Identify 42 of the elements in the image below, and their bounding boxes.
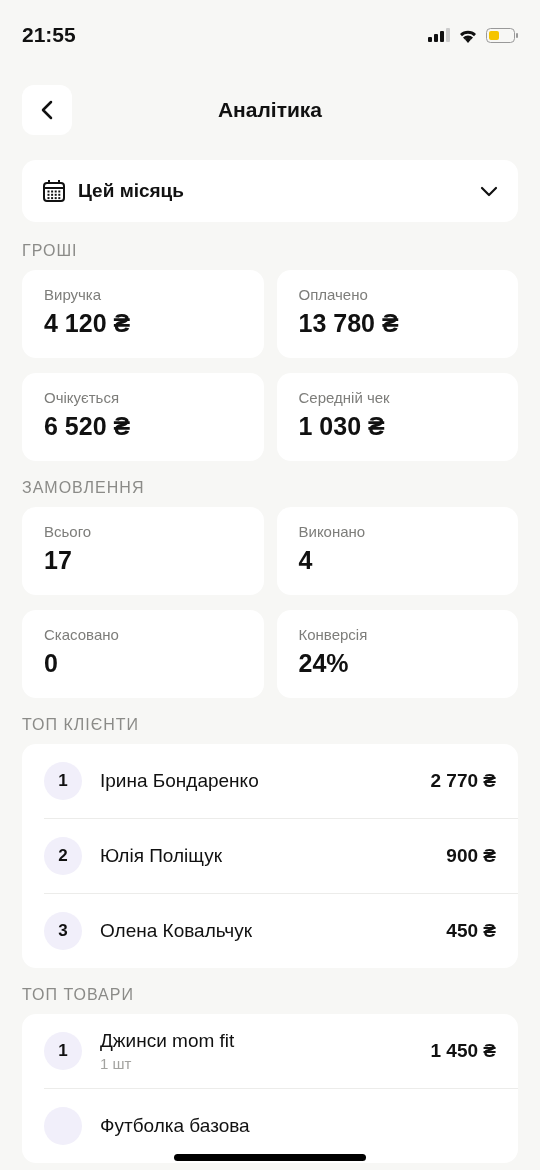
stat-value: 4	[298, 546, 314, 575]
stat-value: 24%	[298, 649, 350, 678]
item-name: Ірина Бондаренко	[100, 770, 260, 792]
stat-label: Всього	[44, 523, 93, 540]
item-name: Джинси mom fit	[100, 1030, 236, 1052]
rank-badge: 1	[44, 762, 82, 800]
chevron-down-icon	[480, 185, 498, 197]
item-name: Юлія Поліщук	[100, 845, 223, 867]
rank-badge: 2	[44, 837, 82, 875]
signal-icon	[428, 28, 450, 42]
stat-value: 6 520 ₴	[44, 412, 132, 441]
back-button[interactable]	[22, 85, 72, 135]
page-title: Аналітика	[217, 98, 323, 122]
rank-badge: 3	[44, 912, 82, 950]
stat-label: Оплачено	[298, 286, 369, 303]
section-title: ТОП ТОВАРИ	[22, 985, 135, 1005]
item-quantity: 1 шт	[100, 1055, 133, 1072]
stat-label: Виконано	[298, 523, 367, 540]
item-amount: 1 450 ₴	[430, 1040, 496, 1062]
calendar-icon	[42, 179, 66, 203]
stat-label: Середній чек	[298, 389, 391, 406]
battery-icon	[486, 27, 518, 43]
stat-label: Конверсія	[298, 626, 369, 643]
item-amount: 450 ₴	[446, 920, 496, 942]
item-name: Футболка базова	[100, 1115, 251, 1137]
stat-value: 17	[44, 546, 73, 575]
section-title: ГРОШІ	[22, 241, 79, 261]
item-name: Олена Ковальчук	[100, 920, 254, 942]
rank-badge: 1	[44, 1032, 82, 1070]
stat-label: Очікується	[44, 389, 120, 406]
status-time: 21:55	[22, 23, 76, 47]
item-amount: 900 ₴	[446, 845, 496, 867]
stat-value: 1 030 ₴	[298, 412, 386, 441]
stat-label: Виручка	[44, 286, 103, 303]
section-title: ТОП КЛІЄНТИ	[22, 715, 141, 735]
stat-value: 4 120 ₴	[44, 309, 132, 338]
stat-value: 13 780 ₴	[298, 309, 400, 338]
stat-label: Скасовано	[44, 626, 120, 643]
item-amount: 2 770 ₴	[430, 770, 496, 792]
section-title: ЗАМОВЛЕННЯ	[22, 478, 146, 498]
period-dropdown[interactable]: Цей місяць	[22, 160, 518, 222]
stat-value: 0	[44, 649, 59, 678]
